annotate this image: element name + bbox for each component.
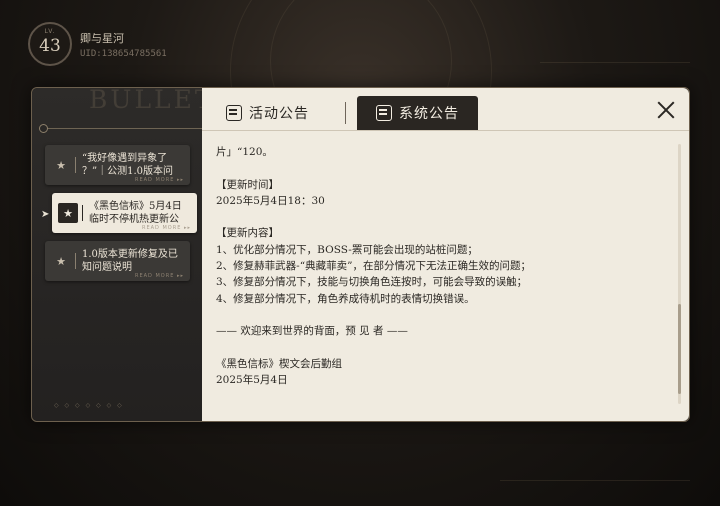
background-line bbox=[500, 480, 690, 481]
tab-label: 系统公告 bbox=[399, 106, 459, 122]
tab-bar: 活动公告 系统公告 bbox=[202, 88, 689, 131]
calendar-icon bbox=[226, 105, 242, 121]
article-line: 2、修复赫菲武器-“典藏菲卖”，在部分情况下无法正确生效的问题； bbox=[216, 260, 531, 273]
level-badge: LV. 43 bbox=[28, 22, 72, 66]
article-line: 《黑色信标》楔文会后勤组 bbox=[216, 357, 342, 370]
article-blank-line bbox=[216, 307, 676, 323]
divider bbox=[75, 253, 76, 269]
notice-item[interactable]: ★ “我好像遇到异象了 ？”｜公测1.0版本问 READ MORE ▸▸ bbox=[45, 145, 190, 185]
tab-divider bbox=[345, 102, 346, 124]
level-prefix: LV. bbox=[44, 28, 56, 35]
divider bbox=[82, 205, 83, 221]
read-more-label: READ MORE ▸▸ bbox=[135, 273, 184, 279]
level-number: 43 bbox=[39, 36, 61, 56]
announcement-content: 活动公告 系统公告 片」“120。 【更新时间】 2025年5月4日18：30 【更新… bbox=[202, 88, 689, 421]
star-icon: ★ bbox=[56, 254, 66, 268]
tab-underline bbox=[202, 130, 689, 131]
article-blank-line bbox=[216, 209, 676, 225]
article-blank-line bbox=[216, 340, 676, 356]
article-line: —— 欢迎来到世界的背面，预 见 者 —— bbox=[216, 325, 408, 338]
player-info[interactable]: LV. 43 卿与星河 UID:138654785561 bbox=[28, 22, 167, 66]
tab-event-notices[interactable]: 活动公告 bbox=[226, 96, 309, 130]
calendar-gear-icon bbox=[376, 105, 392, 121]
article-line: 1、优化部分情况下，BOSS-罴可能会出现的站桩问题； bbox=[216, 243, 478, 256]
read-more-label: READ MORE ▸▸ bbox=[142, 225, 191, 231]
article-line: 【更新时间】 bbox=[216, 178, 279, 191]
article-line: 片」“120。 bbox=[216, 146, 273, 158]
article-line: 4、修复部分情况下，角色养成待机时的表情切换错误。 bbox=[216, 292, 475, 305]
article-line: 【更新内容】 bbox=[216, 227, 279, 240]
star-icon: ★ bbox=[58, 203, 78, 223]
sidebar-footer-ornament: ◇ ◇ ◇ ◇ ◇ ◇ ◇ bbox=[54, 402, 124, 409]
sidebar-divider bbox=[42, 128, 202, 129]
active-arrow-icon: ➤ bbox=[41, 209, 50, 220]
notice-title: 1.0版本更新修复及已 知问题说明 bbox=[82, 249, 178, 273]
notice-title: “我好像遇到异象了 ？”｜公测1.0版本问 bbox=[82, 153, 174, 177]
announcement-panel: BULLETIN ★ “我好像遇到异象了 ？”｜公测1.0版本问 READ MO… bbox=[31, 85, 690, 422]
close-button[interactable] bbox=[657, 101, 675, 119]
tab-label: 活动公告 bbox=[249, 106, 309, 122]
notice-title: 《黑色信标》5月4日 临时不停机热更新公 bbox=[89, 201, 182, 225]
article-blank-line bbox=[216, 160, 676, 176]
article-line: 2025年5月4日 bbox=[216, 374, 288, 387]
read-more-label: READ MORE ▸▸ bbox=[135, 177, 184, 183]
sidebar-divider-dot bbox=[39, 124, 48, 133]
notice-item-active[interactable]: ★ 《黑色信标》5月4日 临时不停机热更新公 READ MORE ▸▸ bbox=[52, 193, 197, 233]
article-body[interactable]: 片」“120。 【更新时间】 2025年5月4日18：30 【更新内容】 1、优化部分情… bbox=[216, 144, 676, 416]
scrollbar-thumb[interactable] bbox=[678, 304, 681, 394]
notice-item[interactable]: ★ 1.0版本更新修复及已 知问题说明 READ MORE ▸▸ bbox=[45, 241, 190, 281]
player-uid: UID:138654785561 bbox=[80, 48, 167, 59]
star-icon: ★ bbox=[56, 158, 66, 172]
tab-system-notices[interactable]: 系统公告 bbox=[357, 96, 478, 130]
divider bbox=[75, 157, 76, 173]
background-line bbox=[540, 62, 690, 63]
article-line: 2025年5月4日18：30 bbox=[216, 194, 325, 207]
player-name: 卿与星河 bbox=[80, 31, 124, 45]
article-line: 3、修复部分情况下，技能与切换角色连按时，可能会导致的误触； bbox=[216, 276, 528, 289]
notice-sidebar: BULLETIN ★ “我好像遇到异象了 ？”｜公测1.0版本问 READ MO… bbox=[32, 85, 249, 421]
